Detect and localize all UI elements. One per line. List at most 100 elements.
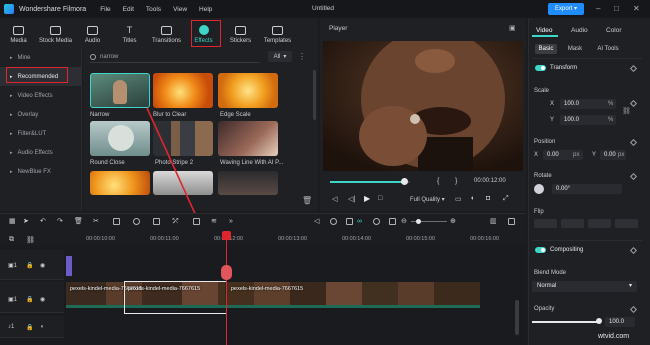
camera-icon[interactable]: ◘ [486,195,490,202]
voiceover-icon[interactable] [389,218,396,225]
pos-y-unit: px [618,152,625,158]
pos-x-value: 0.00 [547,152,559,158]
music-note-icon: ♪1 [8,324,15,330]
mic-icon[interactable] [373,218,380,225]
subtab-basic[interactable]: Basic [535,44,557,54]
effect-drop-indicator [221,265,232,280]
fullscreen-icon[interactable]: ⤢ [503,195,509,203]
ruler-tick: 00:00:16:00 [470,236,500,242]
speed-icon[interactable] [133,218,140,225]
timeline-ruler[interactable] [0,231,526,245]
compositing-toggle[interactable] [535,247,546,253]
subtab-mask[interactable]: Mask [564,44,586,54]
playhead-handle[interactable] [222,231,231,240]
settings-icon[interactable] [508,218,515,225]
blend-mode-label: Blend Mode [534,270,567,276]
stop-icon[interactable]: □ [378,195,382,202]
upper-track-clip[interactable] [66,256,72,276]
blend-mode-select[interactable]: Normal ▾ [532,281,637,292]
prev-frame-icon[interactable]: ◁ [332,195,337,203]
ruler-tick: 00:00:10:00 [86,236,116,242]
pos-y-value: 0.00 [604,152,616,158]
lock-icon[interactable]: 🔒 [26,262,33,269]
redo-icon[interactable]: ↷ [57,218,64,225]
mark-in-icon[interactable]: { [437,178,439,185]
ruler-tick: 00:00:15:00 [406,236,436,242]
lock-icon[interactable]: 🔒 [26,296,33,303]
render-icon[interactable]: ◁ [314,218,321,225]
play-icon[interactable]: ▶ [364,194,370,203]
zoom-out-icon[interactable]: ⊖ [401,217,407,225]
undo-icon[interactable]: ↶ [40,218,47,225]
shield-icon[interactable] [346,218,353,225]
more-tools-icon[interactable]: » [229,218,236,225]
link-icon[interactable]: ⛓ [622,107,631,115]
subtab-ai-tools[interactable]: AI Tools [594,44,622,54]
chevron-down-icon: ▾ [628,283,632,289]
snap-icon[interactable]: ∞ [357,218,364,225]
selected-clip-outline[interactable] [124,281,227,314]
quality-value: Full Quality [410,197,441,203]
eye-icon[interactable]: ◉ [40,296,45,303]
active-tab-indicator [532,35,558,37]
timeline-scrollbar[interactable] [515,300,519,335]
rotate-value: 0.00° [556,186,571,192]
scale-y-unit: % [608,117,614,123]
layout-icon[interactable]: ▥ [490,218,497,225]
quality-dropdown[interactable]: Full Quality ▾ [410,196,445,203]
rotate-left-button[interactable] [588,219,611,228]
player-timecode: 00:00:12:00 [474,178,506,184]
add-track-icon[interactable]: ⧉ [9,236,14,244]
scale-y-value: 100.0 [564,117,580,123]
snapshot-icon[interactable]: ▣ [509,24,516,32]
track-number: 1 [11,324,15,330]
opacity-input[interactable]: 100.0 [605,317,635,327]
video-track-icon: ▣1 [8,263,18,269]
blend-mode-value: Normal [537,283,557,289]
text-icon[interactable] [153,218,160,225]
playhead-line[interactable] [226,231,227,345]
speaker-icon[interactable]: ◖ [40,324,44,330]
watermark: wtvid.com [598,333,630,340]
grid-icon[interactable]: ▦ [9,218,16,225]
transform-icon[interactable]: ⤱ [173,218,180,225]
scale-x-unit: % [608,101,614,107]
audio-wave-icon[interactable]: ≋ [211,218,218,225]
video-track-icon: ▣1 [8,297,18,303]
tab-video[interactable]: Video [536,27,553,34]
color-icon[interactable] [193,218,200,225]
marker-icon[interactable] [330,218,337,225]
rotate-right-button[interactable] [615,219,638,228]
opacity-slider[interactable] [532,321,600,323]
delete-icon[interactable]: 🗑 [74,218,83,225]
tab-audio-props[interactable]: Audio [571,27,588,34]
lock-icon[interactable]: 🔒 [26,324,33,331]
display-settings-icon[interactable]: ▭ [455,195,462,203]
playback-progress-knob[interactable] [401,178,408,185]
video-preview[interactable] [323,41,523,171]
opacity-label: Opacity [534,306,555,312]
opacity-slider-knob[interactable] [596,318,602,324]
pointer-icon[interactable]: ➤ [23,218,30,225]
tab-color[interactable]: Color [606,27,622,34]
player-title: Player [329,25,348,32]
split-icon[interactable]: ✂ [93,218,100,225]
rotate-input[interactable]: 0.00° [552,184,622,194]
ruler-tick: 00:00:11:00 [150,236,179,242]
volume-icon[interactable]: ◖ [470,195,474,202]
transform-toggle[interactable] [535,65,546,71]
mark-out-icon[interactable]: } [455,178,457,185]
flip-horizontal-button[interactable] [534,219,557,228]
scale-y-label: Y [550,117,555,123]
crop-icon[interactable] [113,218,120,225]
zoom-slider-knob[interactable] [416,219,421,224]
flip-vertical-button[interactable] [561,219,584,228]
compositing-label: Compositing [550,247,584,253]
link-tracks-icon[interactable]: ⛓ [26,236,35,244]
eye-icon[interactable]: ◉ [40,262,45,269]
rotate-dial-icon[interactable] [534,184,544,194]
clip-label: pexels-kindel-media-7667615 [231,286,304,292]
ruler-tick: 00:00:13:00 [278,236,308,242]
step-back-icon[interactable]: ◁| [348,195,355,203]
zoom-in-icon[interactable]: ⊕ [450,217,456,225]
